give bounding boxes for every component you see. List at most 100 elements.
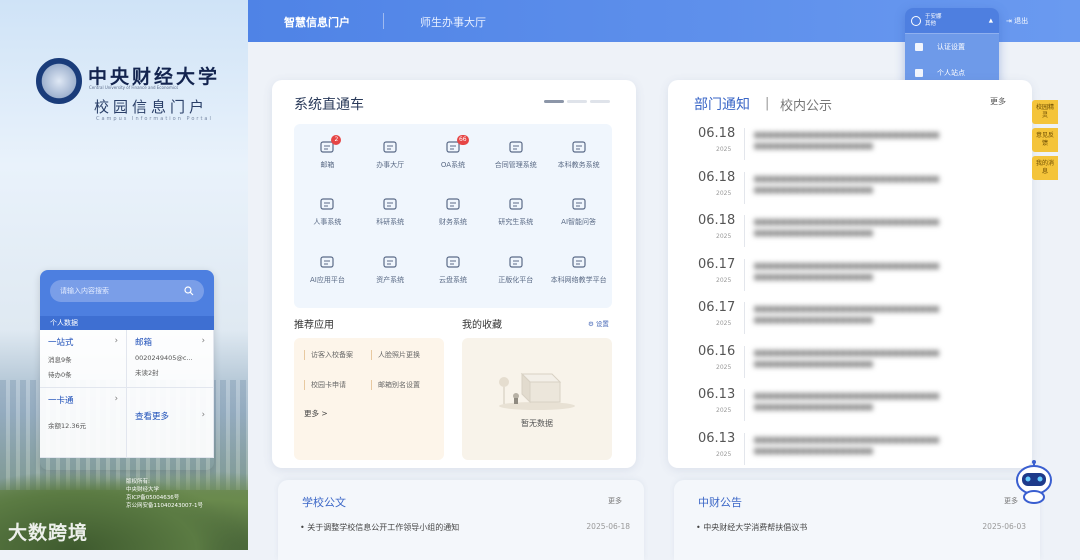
list-item[interactable]: • 关于调整学校信息公开工作领导小组的通知 2025-06-18: [300, 522, 630, 533]
empty-box-icon: [499, 372, 575, 410]
notice-title-blurred: ■■■■■■■■■■■■■■■■■■■■■■■■■■■■ ■■■■■■■■■■■■…: [754, 305, 940, 324]
quick-panel: 请输入内容搜索 个人数据 一站式 › 消息9条 待办0条 邮箱 › 00202494…: [40, 270, 214, 470]
ai-app-icon: [320, 256, 334, 268]
recommended-box: 访客入校备案 人脸照片更换 校园卡申请 邮箱别名设置 更多 >: [294, 338, 444, 460]
robot-assistant-icon[interactable]: [1012, 460, 1056, 504]
notices-more-link[interactable]: 更多: [990, 96, 1006, 107]
system-item[interactable]: 财务系统: [422, 187, 485, 244]
side-tab-feedback[interactable]: 意见反馈: [1032, 128, 1058, 152]
university-logo[interactable]: 中央财经大学 Central University of Finance and…: [36, 58, 226, 128]
notice-title-blurred: ■■■■■■■■■■■■■■■■■■■■■■■■■■■■ ■■■■■■■■■■■■…: [754, 435, 940, 455]
side-tabs: 校园精灵 意见反馈 我的消息: [1032, 100, 1058, 184]
side-tab-messages[interactable]: 我的消息: [1032, 156, 1058, 180]
mail-title: 邮箱: [135, 338, 153, 348]
ledger-icon: [446, 198, 460, 210]
system-item[interactable]: 合同管理系统: [484, 130, 547, 187]
menu-auth-settings[interactable]: 认证设置: [905, 34, 999, 60]
campus-card[interactable]: 一卡通 › 余额12.36元: [40, 388, 127, 458]
school-docs-more-link[interactable]: 更多: [608, 496, 622, 506]
ai-chat-icon: [571, 198, 586, 210]
system-item[interactable]: 科研系统: [359, 187, 422, 244]
side-tab-campus-elf[interactable]: 校园精灵: [1032, 100, 1058, 124]
notice-year: 2025: [716, 320, 732, 327]
system-item[interactable]: 办事大厅: [359, 130, 422, 187]
notice-item[interactable]: 06.16 2025 ■■■■■■■■■■■■■■■■■■■■■■■■■■■■ ■■■…: [698, 344, 988, 388]
notice-date: 06.18: [698, 169, 736, 185]
rec-item[interactable]: 校园卡申请: [304, 380, 367, 390]
system-label: 办事大厅: [376, 161, 405, 169]
system-label: AI应用平台: [309, 275, 345, 284]
system-item[interactable]: 本科网络教学平台: [547, 245, 610, 302]
notice-title-blurred: ■■■■■■■■■■■■■■■■■■■■■■■■■■■■ ■■■■■■■■■■■■…: [754, 131, 940, 150]
notice-item[interactable]: 06.13 2025 ■■■■■■■■■■■■■■■■■■■■■■■■■■■■ ■■■…: [698, 431, 988, 475]
flask-icon: [383, 198, 397, 210]
mail-card[interactable]: 邮箱 › 0020249405@c... 未读2封: [127, 330, 214, 388]
user-dropdown-toggle[interactable]: 于安娜 其他 ▲: [905, 8, 999, 34]
user-name: 于安娜: [925, 13, 942, 20]
logout-button[interactable]: ⇥ 退出: [1006, 16, 1028, 26]
system-item[interactable]: 研究生系统: [484, 187, 547, 244]
notice-item[interactable]: 06.18 2025 ■■■■■■■■■■■■■■■■■■■■■■■■■■■■ ■■■…: [698, 213, 988, 257]
rec-item[interactable]: 邮箱别名设置: [371, 380, 434, 390]
system-item[interactable]: AI智能问答: [547, 187, 610, 244]
watermark: 大数跨境: [8, 522, 89, 544]
systems-card: 系统直通车 邮箱 2 办事大厅 OA系统 66 合同管理系统 本科教务系统人事系统 科研系统 财…: [272, 80, 636, 468]
school-docs-title: 学校公文: [302, 496, 346, 509]
notice-date: 06.17: [698, 300, 736, 315]
notice-item[interactable]: 06.17 2025 ■■■■■■■■■■■■■■■■■■■■■■■■■■■■ ■■■…: [698, 257, 988, 301]
school-docs-card: 学校公文 更多 • 关于调整学校信息公开工作领导小组的通知 2025-06-18: [278, 480, 644, 560]
campus-card-title: 一卡通: [48, 396, 74, 406]
system-item[interactable]: OA系统 66: [422, 130, 485, 187]
recommended-more-link[interactable]: 更多 >: [304, 408, 434, 419]
tab-department-notices[interactable]: 部门通知: [694, 94, 750, 114]
cufe-notice-title: 中财公告: [698, 496, 742, 509]
system-label: 研究生系统: [498, 218, 534, 227]
notice-item[interactable]: 06.18 2025 ■■■■■■■■■■■■■■■■■■■■■■■■■■■■ ■■■…: [698, 170, 988, 214]
view-more-label: 查看更多: [135, 412, 170, 422]
caret-up-icon: ▲: [988, 17, 993, 24]
tab-service-hall[interactable]: 师生办事大厅: [420, 14, 486, 30]
chevron-right-icon: ›: [114, 336, 118, 346]
user-dropdown: 于安娜 其他 ▲ 认证设置 个人站点: [905, 8, 999, 88]
system-item[interactable]: 资产系统: [359, 245, 422, 302]
notice-item[interactable]: 06.13 2025 ■■■■■■■■■■■■■■■■■■■■■■■■■■■■ ■■■…: [698, 387, 988, 431]
systems-title: 系统直通车: [294, 97, 364, 113]
search-icon[interactable]: [184, 286, 194, 296]
notice-date: 06.18: [698, 126, 736, 141]
mail-unread: 未读2封: [135, 369, 159, 377]
system-label: 人事系统: [313, 218, 342, 227]
notice-year: 2025: [716, 233, 732, 240]
favorites-settings-button[interactable]: ⚙ 设置: [588, 318, 609, 328]
notice-year: 2025: [716, 146, 732, 153]
search-input[interactable]: 请输入内容搜索: [50, 280, 204, 302]
system-label: 正版化平台: [498, 275, 534, 284]
carousel-indicator[interactable]: [544, 100, 610, 103]
notice-item[interactable]: 06.18 2025 ■■■■■■■■■■■■■■■■■■■■■■■■■■■■ ■■■…: [698, 126, 988, 170]
system-item[interactable]: 本科教务系统: [547, 130, 610, 187]
notice-date: 06.18: [698, 213, 736, 228]
rec-item[interactable]: 访客入校备案: [304, 350, 367, 360]
onestop-messages: 消息9条: [48, 356, 72, 364]
system-item[interactable]: 正版化平台: [484, 245, 547, 302]
favorites-box: 暂无数据: [462, 338, 612, 460]
system-item[interactable]: 邮箱 2: [296, 130, 359, 187]
notice-date: 06.13: [698, 387, 736, 402]
tab-campus-public[interactable]: 校内公示: [780, 95, 832, 114]
notice-item[interactable]: 06.17 2025 ■■■■■■■■■■■■■■■■■■■■■■■■■■■■ ■■■…: [698, 300, 988, 344]
onestop-card[interactable]: 一站式 › 消息9条 待办0条: [40, 330, 127, 388]
system-item[interactable]: 云盘系统: [422, 245, 485, 302]
rec-item[interactable]: 人脸照片更换: [371, 350, 434, 360]
system-label: 本科教务系统: [557, 161, 600, 169]
system-item[interactable]: AI应用平台: [296, 245, 359, 302]
tab-smart-portal[interactable]: 智慧信息门户: [284, 14, 350, 30]
system-label: 合同管理系统: [494, 161, 537, 169]
system-label: 科研系统: [376, 218, 405, 227]
system-item[interactable]: 人事系统: [296, 187, 359, 244]
notice-year: 2025: [716, 363, 732, 371]
view-more-card[interactable]: 查看更多 ›: [127, 388, 214, 458]
list-item[interactable]: • 中央财经大学消费帮扶倡议书 2025-06-03: [696, 522, 1026, 533]
grid-icon: [509, 256, 523, 268]
system-label: AI智能问答: [561, 218, 597, 227]
card-icon: [915, 43, 923, 51]
system-label: 资产系统: [376, 275, 405, 284]
